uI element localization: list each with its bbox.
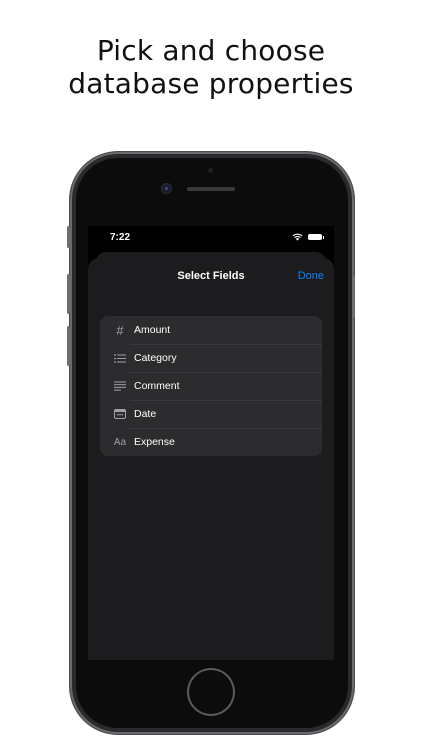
mute-switch — [67, 226, 70, 248]
field-row-amount[interactable]: # Amount — [100, 316, 322, 344]
calendar-icon — [112, 409, 128, 419]
done-button[interactable]: Done — [298, 270, 324, 282]
field-row-category[interactable]: Category — [100, 344, 322, 372]
list-icon — [112, 353, 128, 363]
proximity-sensor — [208, 168, 213, 173]
field-row-comment[interactable]: Comment — [100, 372, 322, 400]
headline: Pick and choose database properties — [0, 34, 422, 100]
earpiece-speaker — [187, 187, 235, 191]
field-label: Comment — [134, 380, 180, 392]
text-type-icon: Aa — [113, 436, 127, 448]
field-row-date[interactable]: Date — [100, 400, 322, 428]
phone-screen: 7:22 Select Fields Done # Amount Categor… — [88, 226, 334, 660]
volume-up-button — [67, 274, 70, 314]
field-label: Category — [134, 352, 177, 364]
front-camera — [162, 184, 171, 193]
home-button[interactable] — [189, 670, 233, 714]
power-button — [352, 276, 355, 318]
headline-line-2: database properties — [68, 67, 354, 100]
hash-icon: # — [116, 322, 124, 338]
field-row-expense[interactable]: Aa Expense — [100, 428, 322, 456]
field-label: Expense — [134, 436, 175, 448]
field-label: Date — [134, 408, 157, 420]
fields-list: # Amount Category Comment Date Aa Expens… — [100, 316, 322, 456]
select-fields-sheet: Select Fields Done # Amount Category Com… — [88, 258, 334, 660]
status-time: 7:22 — [110, 232, 131, 243]
battery-icon — [308, 234, 324, 240]
status-icons — [292, 233, 324, 241]
volume-down-button — [67, 326, 70, 366]
text-lines-icon — [112, 381, 128, 391]
headline-line-1: Pick and choose — [96, 34, 326, 67]
wifi-icon — [292, 233, 303, 241]
field-label: Amount — [134, 324, 171, 336]
